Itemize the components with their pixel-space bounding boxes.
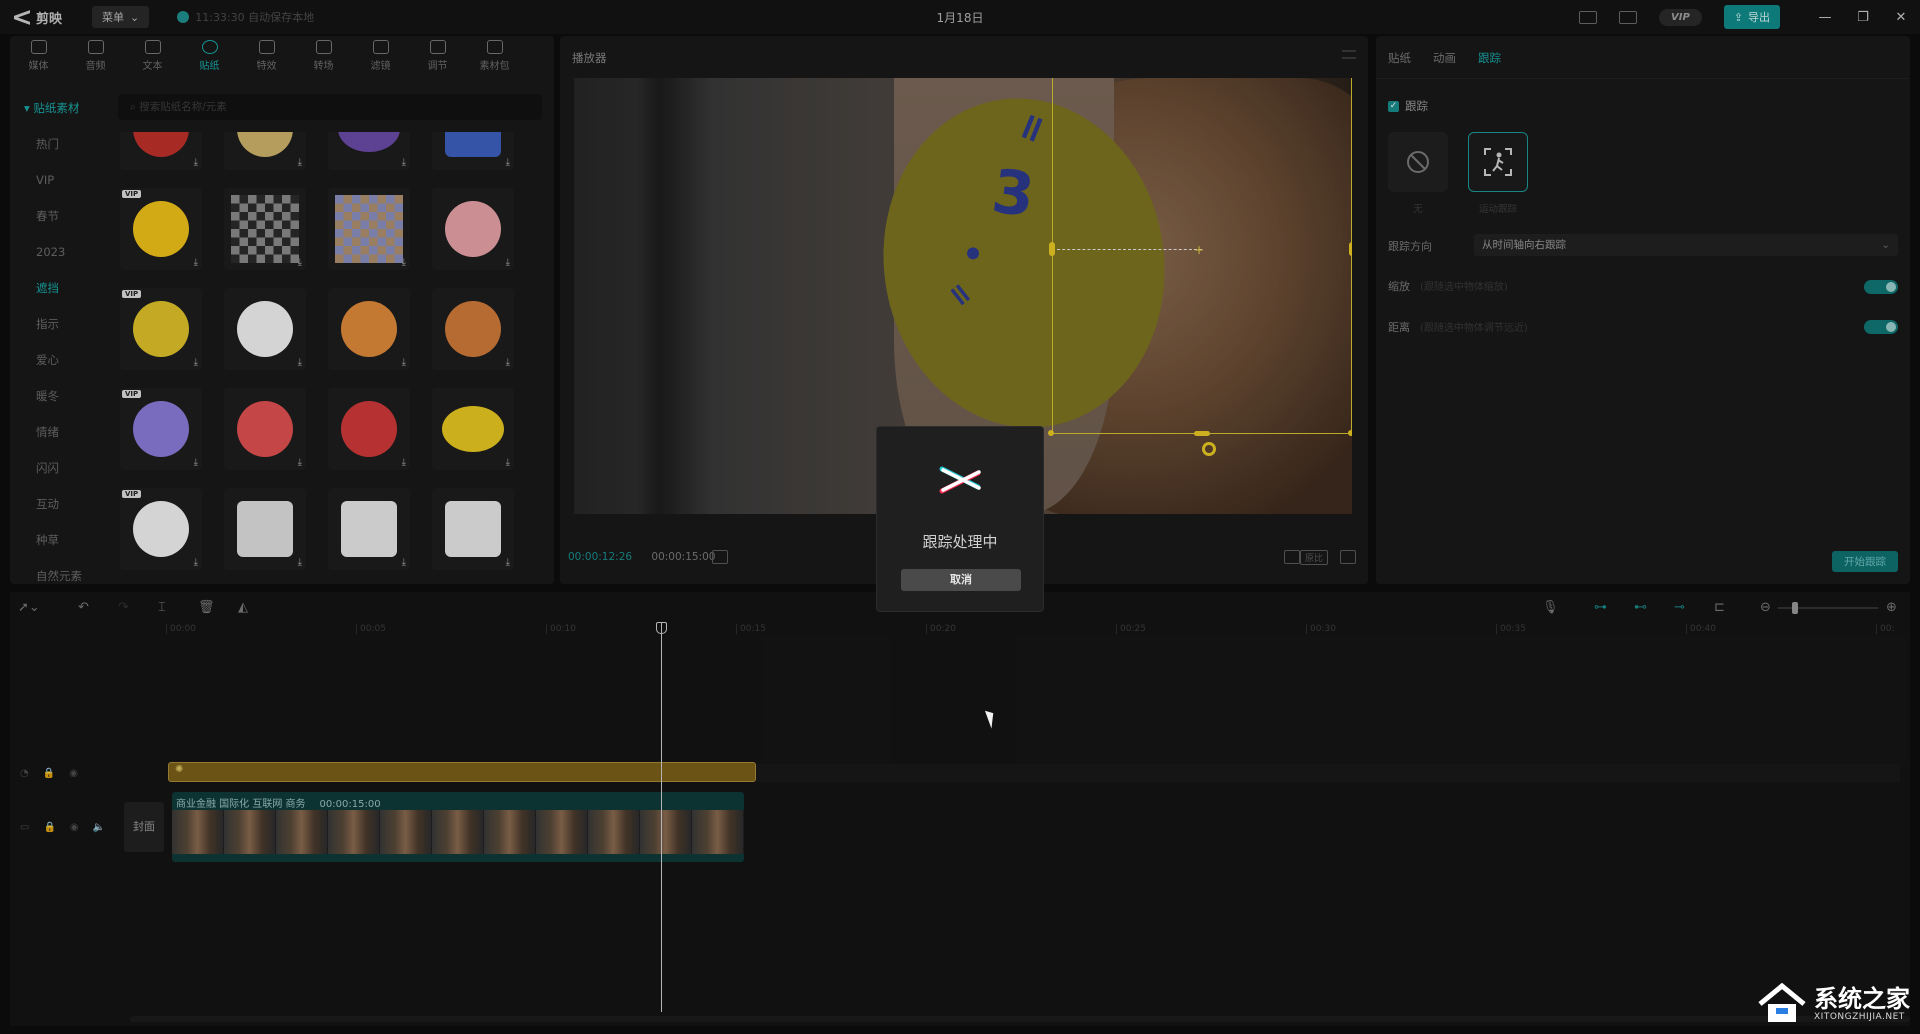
capcut-logo-icon <box>939 466 981 494</box>
watermark-url: XITONGZHIJIA.NET <box>1814 1012 1905 1022</box>
cancel-button[interactable]: 取消 <box>901 569 1021 591</box>
modal-message: 跟踪处理中 <box>922 533 998 551</box>
watermark-title: 系统之家 <box>1814 985 1910 1013</box>
house-logo-icon <box>1758 982 1806 1022</box>
tracking-progress-dialog: 跟踪处理中 取消 <box>876 426 1044 612</box>
watermark: 系统之家 XITONGZHIJIA.NET <box>1756 982 1910 1026</box>
